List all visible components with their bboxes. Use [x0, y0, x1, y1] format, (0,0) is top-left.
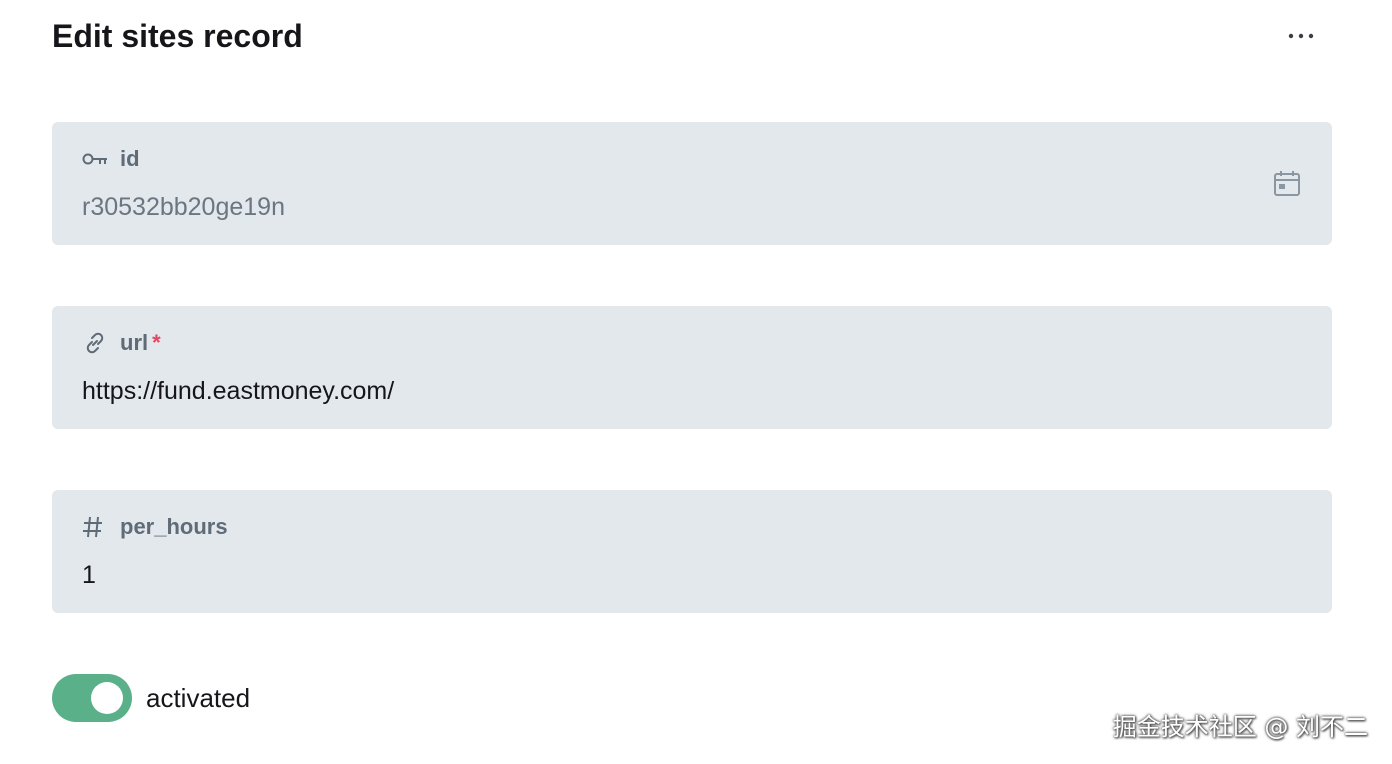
id-field[interactable]: id: [52, 122, 1332, 245]
per-hours-input[interactable]: [82, 560, 1232, 590]
title-collection: sites: [121, 17, 195, 54]
calendar-icon[interactable]: [1272, 168, 1302, 198]
url-input[interactable]: [82, 376, 1232, 406]
url-label-text: url: [120, 330, 149, 355]
id-input[interactable]: [82, 192, 1232, 222]
per-hours-field[interactable]: per_hours: [52, 490, 1332, 613]
title-suffix: record: [203, 17, 303, 54]
url-field-label: url *: [82, 330, 1302, 356]
per-hours-field-label: per_hours: [82, 514, 1302, 540]
url-field[interactable]: url *: [52, 306, 1332, 429]
activated-toggle[interactable]: [52, 674, 132, 722]
link-icon: [82, 330, 110, 356]
activated-toggle-row: activated: [52, 674, 250, 722]
more-horizontal-icon: [1288, 33, 1314, 39]
page-header: Edit sites record: [52, 14, 303, 58]
required-marker: *: [152, 330, 161, 355]
watermark: 掘金技术社区 @ 刘不二: [1112, 713, 1368, 741]
key-icon: [82, 146, 110, 172]
page-title: Edit sites record: [52, 18, 303, 55]
activated-label[interactable]: activated: [146, 683, 250, 714]
hash-icon: [82, 514, 110, 540]
id-label-text: id: [120, 146, 140, 171]
title-prefix: Edit: [52, 17, 113, 54]
id-field-label: id: [82, 146, 1302, 172]
more-options-button[interactable]: [1278, 20, 1324, 52]
toggle-knob: [91, 682, 123, 714]
per-hours-label-text: per_hours: [120, 514, 228, 539]
